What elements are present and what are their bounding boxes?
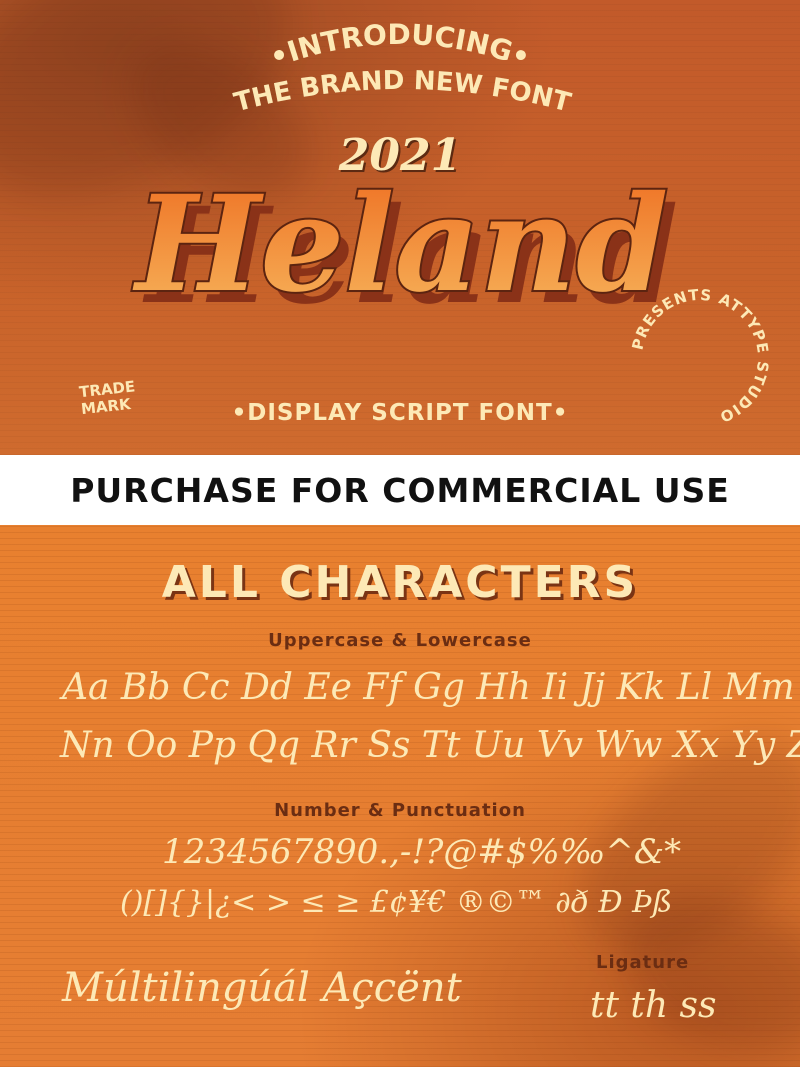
multilingual-sample: Múltilingúál Açcënt (62, 965, 462, 1011)
number-row-1: 1234567890.,-!?@#$%‰^&* (162, 832, 682, 872)
alphabet-row-2: Nn Oo Pp Qq Rr Ss Tt Uu Vv Ww Xx Yy Zz (60, 725, 800, 766)
uppercase-lowercase-label: Uppercase & Lowercase (268, 630, 532, 651)
purchase-banner-text: PURCHASE FOR COMMERCIAL USE (70, 470, 730, 510)
ligature-label: Ligature (596, 952, 690, 973)
all-characters-heading: ALL CHARACTERS (161, 557, 639, 608)
subtitle: •DISPLAY SCRIPT FONT• (231, 400, 569, 426)
number-row-2: ()[]{}|¿< > ≤ ≥ £¢¥€ ®©™ ∂ð Ð Þß (120, 885, 673, 920)
ligature-sample: tt th ss (590, 985, 717, 1026)
brand-title-text: Heland (132, 167, 669, 322)
purchase-banner: PURCHASE FOR COMMERCIAL USE (0, 455, 800, 525)
alphabet-row-1: Aa Bb Cc Dd Ee Ff Gg Hh Ii Jj Kk Ll Mm (62, 667, 795, 708)
number-punctuation-label: Number & Punctuation (274, 800, 526, 821)
intro-arc-text: •INTRODUCING• THE BRAND NEW FONT (231, 18, 574, 119)
intro-line-1: •INTRODUCING• (265, 18, 534, 74)
